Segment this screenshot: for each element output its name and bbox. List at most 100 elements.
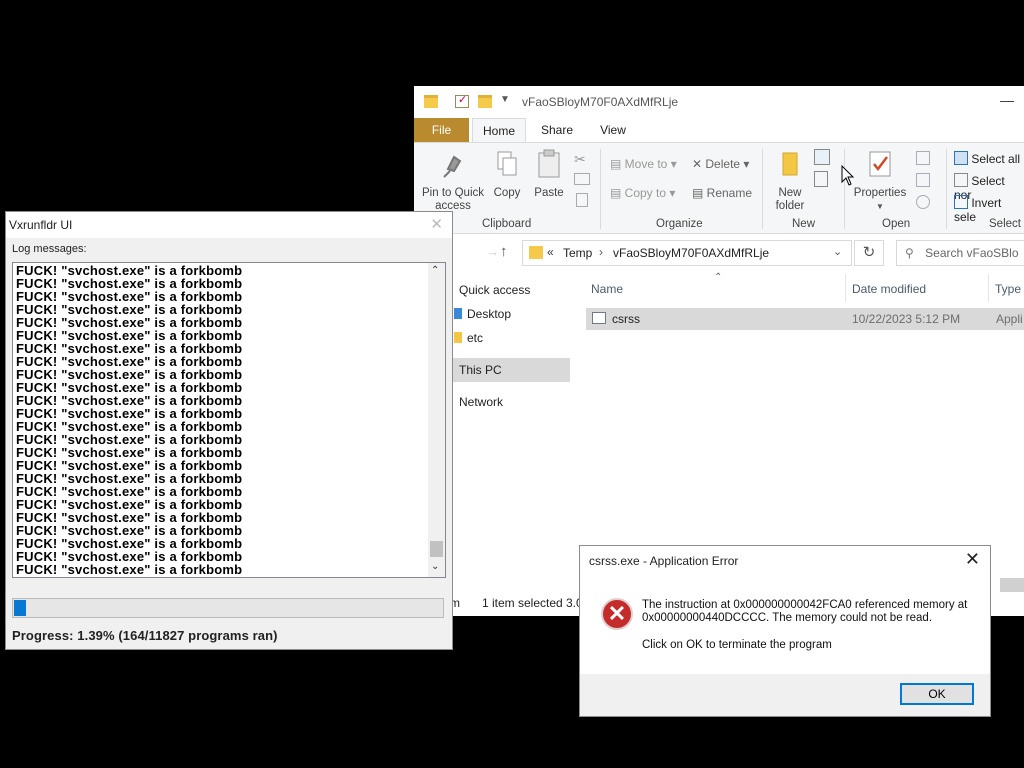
column-headers: ⌃ Name Date modified Type [584, 272, 1024, 302]
column-date-modified[interactable]: Date modified [852, 282, 926, 296]
paste-shortcut-icon[interactable] [576, 193, 588, 207]
file-name: csrss [612, 312, 640, 326]
new-folder-icon [782, 152, 798, 176]
quick-access-dropdown-icon[interactable]: ▼ [500, 94, 510, 105]
log-messages-label: Log messages: [12, 243, 87, 255]
error-instruction: Click on OK to terminate the program [642, 639, 832, 651]
group-divider [600, 149, 601, 229]
copy-path-icon[interactable] [574, 173, 590, 185]
address-bar[interactable]: « Temp › vFaoSBloyM70F0AXdMfRLje ⌄ [522, 240, 852, 266]
log-messages-list[interactable]: FUCK! "svchost.exe" is a forkbomb FUCK! "… [12, 262, 446, 578]
nav-quick-access-label: Quick access [459, 283, 531, 297]
move-to-button[interactable]: ▤ Move to ▾ [610, 157, 677, 171]
log-line: FUCK! "svchost.exe" is a forkbomb [16, 562, 243, 577]
folder-icon [454, 332, 462, 343]
properties-button[interactable]: Properties ▼ [850, 149, 910, 213]
select-all-button[interactable]: Select all [954, 151, 1020, 166]
copy-button[interactable]: Copy [492, 149, 522, 200]
cut-icon[interactable]: ✂ [574, 151, 586, 168]
minimize-icon[interactable]: — [1000, 92, 1014, 108]
breadcrumb-temp[interactable]: Temp [563, 246, 592, 260]
file-row[interactable]: csrss 10/22/2023 5:12 PM Appli [586, 308, 1024, 330]
new-folder-quick-icon[interactable] [478, 95, 492, 108]
invert-selection-icon [954, 195, 968, 209]
breadcrumb-current-folder[interactable]: vFaoSBloyM70F0AXdMfRLje [613, 246, 769, 260]
nav-etc-label: etc [467, 331, 484, 345]
paste-label: Paste [534, 187, 564, 199]
application-icon [592, 312, 606, 324]
navigation-bar: → ↑ « Temp › vFaoSBloyM70F0AXdMfRLje ⌄ ↻… [414, 234, 1024, 274]
log-scrollbar[interactable]: ⌃ ⌄ [428, 263, 445, 577]
address-dropdown-icon[interactable]: ⌄ [833, 245, 842, 258]
rename-label: Rename [706, 186, 753, 200]
explorer-title-bar: ▼ vFaoSBloyM70F0AXdMfRLje — [414, 86, 1024, 118]
properties-label: Properties [853, 187, 907, 199]
search-icon: ⚲ [905, 246, 914, 260]
copy-to-button[interactable]: ▤ Copy to ▾ [610, 186, 675, 200]
new-folder-label: New folder [775, 187, 805, 212]
tab-view[interactable]: View [590, 118, 636, 142]
edit-icon[interactable] [916, 173, 930, 187]
clipboard-group-label: Clipboard [482, 218, 532, 230]
tab-file[interactable]: File [414, 118, 469, 142]
folder-icon [529, 246, 543, 259]
pin-icon [443, 155, 462, 178]
clipboard-icon [538, 149, 560, 178]
progress-bar [12, 598, 444, 618]
progress-text: Progress: 1.39% (164/11827 programs ran) [12, 628, 278, 643]
select-none-icon [954, 173, 968, 187]
copy-label: Copy [493, 187, 521, 199]
column-divider[interactable] [845, 274, 846, 302]
overflow-chevron[interactable]: « [547, 245, 554, 259]
group-divider [946, 149, 947, 229]
move-to-label: Move to [624, 157, 668, 171]
delete-button[interactable]: ✕ Delete ▾ [692, 157, 749, 171]
scroll-thumb[interactable] [430, 541, 443, 557]
tab-share[interactable]: Share [534, 118, 580, 142]
scroll-down-icon[interactable]: ⌄ [431, 561, 439, 572]
breadcrumb-separator: › [599, 245, 603, 259]
new-item-icon[interactable] [814, 149, 830, 165]
search-box[interactable]: ⚲ Search vFaoSBlo [896, 240, 1024, 266]
properties-dropdown-icon: ▼ [876, 202, 884, 211]
paste-button[interactable]: Paste [532, 149, 566, 200]
rename-button[interactable]: ▤ Rename [692, 186, 752, 200]
ok-button[interactable]: OK [900, 683, 974, 705]
dialog-button-bar: OK [580, 674, 990, 716]
error-icon: ✕ [601, 598, 633, 630]
column-name[interactable]: Name [591, 282, 623, 296]
open-icon[interactable] [916, 151, 930, 165]
column-divider[interactable] [988, 274, 989, 302]
group-divider [844, 149, 845, 229]
up-arrow-icon[interactable]: ↑ [500, 243, 508, 260]
status-selected: 1 item selected [482, 596, 563, 610]
file-type: Appli [996, 312, 1023, 326]
new-group-label: New [792, 218, 816, 230]
select-all-label: Select all [971, 152, 1021, 166]
error-message: The instruction at 0x000000000042FCA0 re… [642, 599, 968, 624]
select-group-label: Select [989, 218, 1021, 230]
column-type[interactable]: Type [995, 282, 1021, 296]
forward-arrow-icon[interactable]: → [486, 244, 499, 259]
copy-to-label: Copy to [624, 186, 667, 200]
pin-label: Pin to Quick access [422, 187, 484, 212]
group-divider [762, 149, 763, 229]
new-folder-button[interactable]: New folder [770, 149, 810, 213]
history-icon[interactable] [916, 195, 930, 209]
nav-this-pc-label: This PC [459, 363, 502, 377]
nav-network-label: Network [459, 395, 504, 409]
dialog-title: csrss.exe - Application Error [589, 554, 739, 568]
close-icon[interactable]: ✕ [430, 215, 443, 233]
scroll-up-icon[interactable]: ⌃ [431, 265, 439, 276]
folder-icon [424, 95, 438, 108]
pin-to-quick-access-button[interactable]: Pin to Quick access [418, 149, 488, 213]
window-title: vFaoSBloyM70F0AXdMfRLje [522, 95, 679, 109]
copy-icon [497, 151, 517, 176]
close-icon[interactable]: ✕ [965, 549, 980, 570]
refresh-icon[interactable]: ↻ [854, 240, 884, 266]
log-lines: FUCK! "svchost.exe" is a forkbomb FUCK! "… [16, 264, 426, 576]
tab-home[interactable]: Home [472, 118, 526, 142]
select-all-icon [954, 151, 968, 165]
easy-access-icon[interactable] [814, 171, 828, 187]
properties-quick-icon[interactable] [455, 93, 469, 108]
